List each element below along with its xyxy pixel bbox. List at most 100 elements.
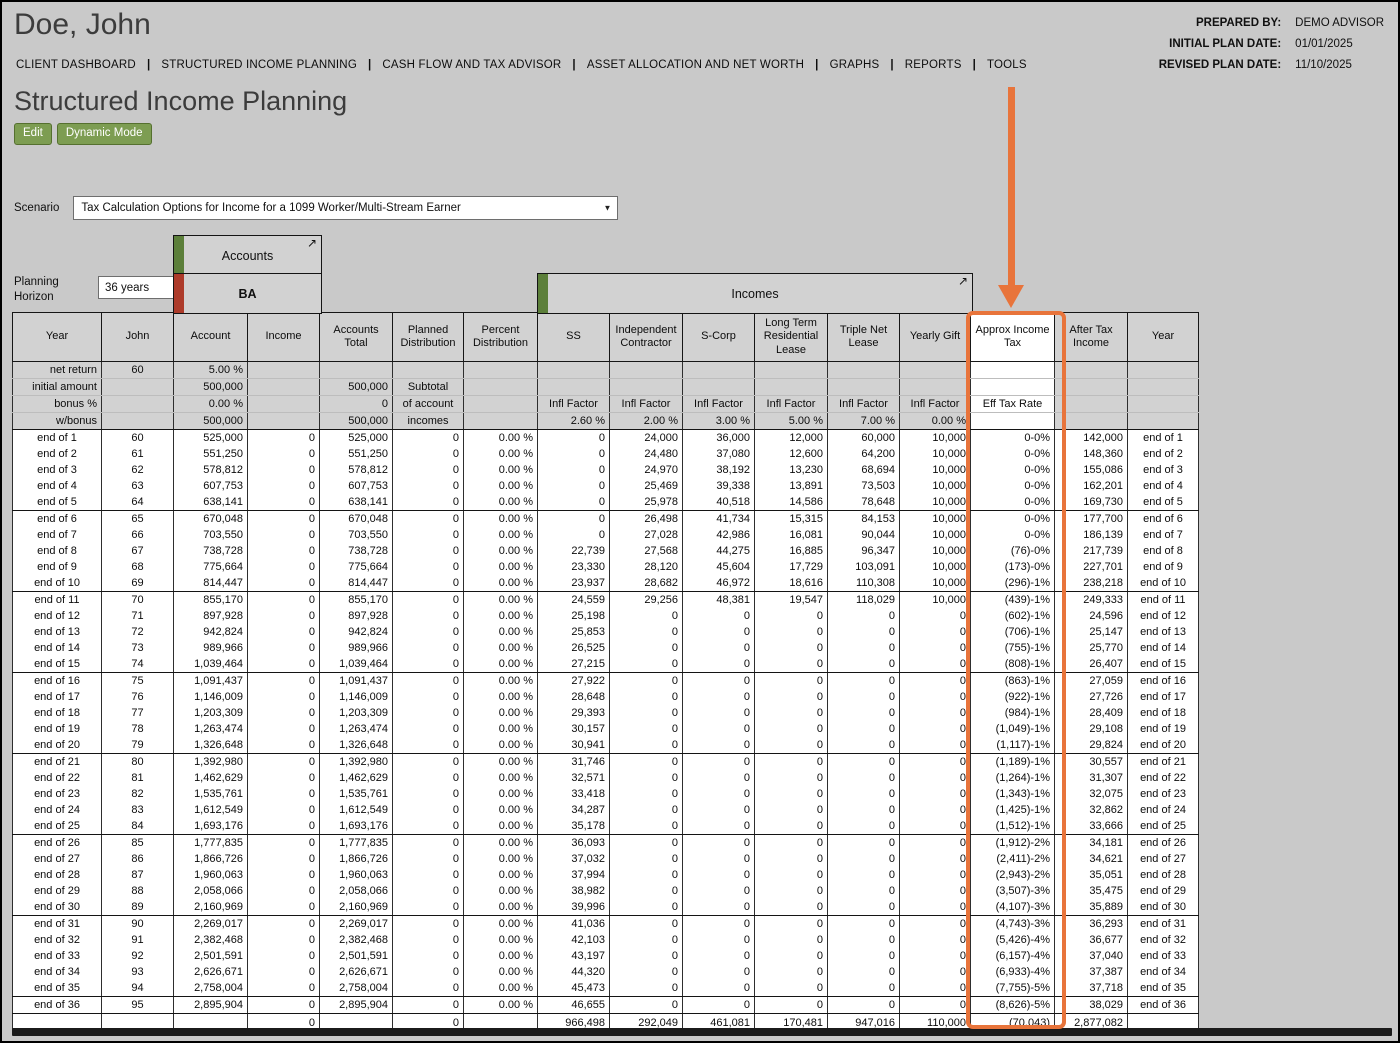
table-cell: 28,648 <box>537 689 610 705</box>
setup-cell <box>1054 361 1128 379</box>
accounts-group-header: Accounts ↗ <box>173 235 322 276</box>
scenario-select[interactable]: Tax Calculation Options for Income for a… <box>73 196 619 220</box>
table-cell: 2,501,591 <box>173 948 248 964</box>
table-cell: 0 <box>537 494 610 511</box>
setup-row-initial-amount: initial amount 500,000 500,000 Subtotal <box>12 378 1199 396</box>
table-cell: 0 <box>754 883 828 899</box>
table-row: end of 13 72 942,824 0 942,824 0 0.00 % 25,853 0… <box>12 624 1199 640</box>
table-cell: 70 <box>101 591 174 608</box>
table-cell: 1,462,629 <box>173 770 248 786</box>
table-cell: (439)-1% <box>970 591 1055 608</box>
expand-accounts-icon[interactable]: ↗ <box>307 236 317 250</box>
table-cell: 0 <box>392 753 464 770</box>
table-cell: (1,343)-1% <box>970 786 1055 802</box>
table-cell: 36,000 <box>682 429 755 446</box>
editable-cell[interactable]: 3.00 % <box>682 412 755 430</box>
editable-cell[interactable]: 0.00 % <box>899 412 971 430</box>
table-cell: 249,333 <box>1054 591 1128 608</box>
table-cell: 72 <box>101 624 174 640</box>
incomes-group-header: Incomes ↗ <box>537 273 973 314</box>
table-cell: 551,250 <box>173 446 248 462</box>
table-cell: 0 <box>392 964 464 980</box>
table-cell: 0 <box>682 721 755 737</box>
table-cell: 34,287 <box>537 802 610 818</box>
nav-tools[interactable]: TOOLS <box>987 59 1027 71</box>
editable-cell[interactable]: 5.00 % <box>173 361 248 379</box>
table-cell: 37,994 <box>537 867 610 883</box>
table-cell: 36,293 <box>1054 915 1128 932</box>
setup-row-w-bonus: w/bonus 500,000 500,000 incomes 2.60 % 2.00 %… <box>12 412 1199 430</box>
table-cell: end of 23 <box>1127 786 1199 802</box>
table-cell: 1,091,437 <box>319 672 393 689</box>
table-cell: 0 <box>609 996 683 1014</box>
nav-cash-flow-and-tax-advisor[interactable]: CASH FLOW AND TAX ADVISOR <box>382 59 561 71</box>
table-cell: 0.00 % <box>463 543 538 559</box>
table-cell: 0 <box>682 883 755 899</box>
table-cell: 0 <box>609 721 683 737</box>
table-cell: 0.00 % <box>463 656 538 673</box>
table-cell: 0 <box>392 494 464 511</box>
nav-separator: | <box>815 59 819 71</box>
expand-incomes-icon[interactable]: ↗ <box>958 274 968 288</box>
table-cell: 0.00 % <box>463 996 538 1014</box>
table-cell: 0 <box>682 948 755 964</box>
nav-asset-allocation-and-net-worth[interactable]: ASSET ALLOCATION AND NET WORTH <box>587 59 804 71</box>
table-cell: 0 <box>754 721 828 737</box>
table-row: end of 19 78 1,263,474 0 1,263,474 0 0.00 % 30,… <box>12 721 1199 737</box>
table-cell: 82 <box>101 786 174 802</box>
table-cell: 0.00 % <box>463 802 538 818</box>
table-cell: 0 <box>899 980 971 997</box>
table-cell: 0 <box>609 656 683 673</box>
table-cell: 0-0% <box>970 478 1055 494</box>
table-cell: 13,891 <box>754 478 828 494</box>
table-cell: 10,000 <box>899 527 971 543</box>
table-cell: 0 <box>392 429 464 446</box>
table-cell: 0 <box>682 705 755 721</box>
editable-cell[interactable]: 7.00 % <box>827 412 900 430</box>
table-cell: 0 <box>827 802 900 818</box>
table-cell: 0 <box>754 867 828 883</box>
table-cell: 0 <box>392 818 464 835</box>
table-cell: 1,039,464 <box>319 656 393 673</box>
horizontal-scrollbar[interactable] <box>12 1028 1392 1036</box>
nav-client-dashboard[interactable]: CLIENT DASHBOARD <box>16 59 136 71</box>
prepared-by-value: DEMO ADVISOR <box>1295 17 1384 29</box>
nav-structured-income-planning[interactable]: STRUCTURED INCOME PLANNING <box>161 59 357 71</box>
table-cell: 2,895,904 <box>319 996 393 1014</box>
table-cell: 34,621 <box>1054 851 1128 867</box>
table-cell: end of 14 <box>1127 640 1199 656</box>
table-cell: end of 3 <box>1127 462 1199 478</box>
table-cell: 525,000 <box>173 429 248 446</box>
edit-button[interactable]: Edit <box>14 123 52 145</box>
editable-cell[interactable]: 2.60 % <box>537 412 610 430</box>
nav-reports[interactable]: REPORTS <box>905 59 962 71</box>
table-cell: 0.00 % <box>463 429 538 446</box>
table-cell: end of 25 <box>12 818 102 835</box>
table-cell: 0 <box>247 834 320 851</box>
table-cell: end of 8 <box>12 543 102 559</box>
table-cell: 30,157 <box>537 721 610 737</box>
table-cell: 0.00 % <box>463 915 538 932</box>
table-cell: 0 <box>609 980 683 997</box>
table-cell: 0 <box>827 705 900 721</box>
revised-plan-date-label: REVISED PLAN DATE: <box>1158 59 1282 71</box>
table-cell: 0 <box>609 867 683 883</box>
table-cell: 16,885 <box>754 543 828 559</box>
table-cell: 24,000 <box>609 429 683 446</box>
editable-cell[interactable]: 2.00 % <box>609 412 683 430</box>
table-cell: 0 <box>392 834 464 851</box>
dynamic-mode-button[interactable]: Dynamic Mode <box>56 123 152 145</box>
table-cell: 26,498 <box>609 510 683 527</box>
table-cell: 0 <box>827 608 900 624</box>
table-cell: end of 34 <box>12 964 102 980</box>
table-cell: 0 <box>247 932 320 948</box>
table-cell: 0 <box>392 478 464 494</box>
editable-cell[interactable]: 5.00 % <box>754 412 828 430</box>
setup-cell: Infl Factor <box>899 395 971 413</box>
table-cell: 0 <box>609 705 683 721</box>
table-cell: 0 <box>682 899 755 916</box>
table-row: end of 36 95 2,895,904 0 2,895,904 0 0.00 % 46,… <box>12 996 1199 1014</box>
table-cell: 24,559 <box>537 591 610 608</box>
nav-graphs[interactable]: GRAPHS <box>830 59 880 71</box>
table-cell: 40,518 <box>682 494 755 511</box>
